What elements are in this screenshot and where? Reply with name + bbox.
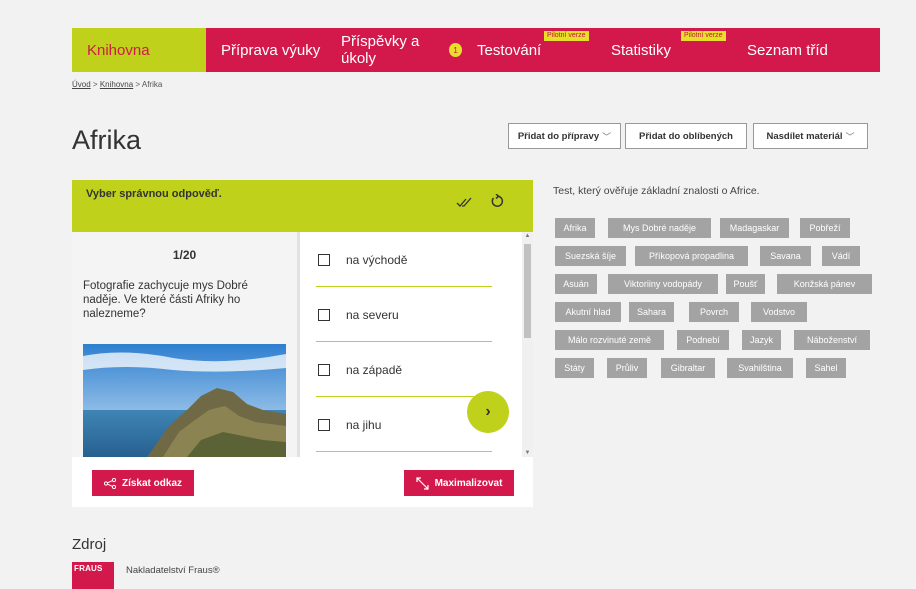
add-to-favorites-button[interactable]: Přidat do oblíbených: [625, 123, 747, 149]
nav-item-statistics[interactable]: Statistiky Pilotní verze: [596, 28, 732, 72]
page-title: Afrika: [72, 125, 142, 155]
maximize-label: Maximalizovat: [434, 477, 503, 489]
tag-item[interactable]: Madagaskar: [720, 218, 789, 238]
tag-item[interactable]: Podnebí: [677, 330, 729, 350]
pilot-version-badge: Pilotní verze: [681, 31, 726, 41]
answer-option-north[interactable]: na severu: [316, 287, 492, 342]
answer-checkbox[interactable]: [318, 253, 330, 266]
nav-item-library[interactable]: Knihovna: [72, 28, 206, 72]
tag-item[interactable]: Náboženství: [794, 330, 870, 350]
breadcrumb-separator: >: [135, 80, 141, 89]
notification-badge: 1: [449, 43, 462, 57]
quiz-header: Vyber správnou odpověď.: [72, 180, 533, 232]
quiz-instruction: Vyber správnou odpověď.: [86, 188, 222, 200]
nav-item-label: Příspěvky a úkoly: [341, 33, 420, 67]
tag-item[interactable]: Gibraltar: [661, 358, 715, 378]
nav-item-lesson-prep[interactable]: Příprava výuky: [206, 28, 326, 72]
source-heading: Zdroj: [72, 536, 107, 553]
answer-label: na západě: [346, 362, 403, 377]
tag-item[interactable]: Povrch: [689, 302, 739, 322]
chevron-down-icon: ﹀: [845, 131, 855, 142]
answer-checkbox[interactable]: [318, 418, 330, 431]
tag-item[interactable]: Savana: [760, 246, 811, 266]
answer-label: na severu: [346, 307, 399, 322]
material-description: Test, který ověřuje základní znalosti o …: [553, 185, 760, 197]
main-navigation: Knihovna Příprava výuky Příspěvky a úkol…: [72, 28, 880, 72]
answer-option-east[interactable]: na východě: [316, 232, 492, 287]
tag-item[interactable]: Svahilština: [727, 358, 793, 378]
nav-item-posts-tasks[interactable]: Příspěvky a úkoly 1: [326, 28, 462, 72]
divider: [316, 451, 492, 452]
answer-option-west[interactable]: na západě: [316, 342, 492, 397]
publisher-name: Nakladatelství Fraus®: [126, 565, 220, 576]
share-material-dropdown[interactable]: Nasdílet materiál ﹀: [753, 123, 868, 149]
tag-item[interactable]: Asuán: [555, 274, 597, 294]
breadcrumb-current: Afrika: [141, 80, 163, 89]
scroll-down-icon[interactable]: ▼: [522, 450, 533, 456]
share-material-label: Nasdílet materiál: [766, 130, 843, 142]
nav-item-class-list[interactable]: Seznam tříd: [732, 28, 880, 72]
answer-checkbox[interactable]: [318, 308, 330, 321]
tag-item[interactable]: Poušť: [726, 274, 765, 294]
add-to-favorites-label: Přidat do oblíbených: [639, 130, 733, 142]
tag-item[interactable]: Vodstvo: [751, 302, 807, 322]
get-link-label: Získat odkaz: [121, 477, 183, 489]
tag-item[interactable]: Konžská pánev: [777, 274, 872, 294]
nav-item-label: Statistiky: [611, 41, 672, 59]
answer-label: na jihu: [346, 417, 382, 432]
breadcrumb: Úvod > Knihovna > Afrika: [72, 80, 162, 89]
tag-item[interactable]: Pobřeží: [800, 218, 850, 238]
tag-item[interactable]: Jazyk: [742, 330, 781, 350]
get-link-button[interactable]: Získat odkaz: [92, 470, 194, 496]
answer-checkbox[interactable]: [318, 363, 330, 376]
tag-item[interactable]: Suezská šíje: [555, 246, 626, 266]
question-text: Fotografie zachycuje mys Dobré naděje. V…: [83, 280, 248, 320]
breadcrumb-separator: >: [92, 80, 98, 89]
tag-item[interactable]: Viktoriiny vodopády: [608, 274, 718, 294]
chevron-down-icon: ﹀: [602, 131, 612, 142]
share-icon: [103, 477, 116, 489]
answers-scrollbar[interactable]: ▲ ▼: [522, 232, 533, 457]
tag-item[interactable]: Akutní hlad: [555, 302, 621, 322]
question-counter: 1/20: [172, 248, 197, 262]
tag-item[interactable]: Státy: [555, 358, 594, 378]
tag-item[interactable]: Příkopová propadlina: [635, 246, 748, 266]
quiz-widget: Vyber správnou odpověď. 1/20 Fotografie …: [72, 180, 533, 507]
add-to-preparation-label: Přidat do přípravy: [517, 130, 600, 142]
nav-item-label: Knihovna: [87, 41, 150, 59]
nav-item-label: Seznam tříd: [747, 41, 828, 59]
cape-of-good-hope-photo: [83, 344, 286, 457]
tag-item[interactable]: Sahel: [806, 358, 846, 378]
nav-item-label: Testování: [477, 41, 542, 59]
tag-item[interactable]: Vádí: [822, 246, 860, 266]
breadcrumb-home-link[interactable]: Úvod: [72, 80, 91, 89]
tag-item[interactable]: Málo rozvinuté země: [555, 330, 664, 350]
next-question-button[interactable]: ›: [467, 391, 509, 433]
question-panel: 1/20 Fotografie zachycuje mys Dobré nadě…: [72, 232, 297, 457]
scrollbar-thumb[interactable]: [524, 244, 531, 338]
tag-item[interactable]: Mys Dobré naděje: [608, 218, 711, 238]
breadcrumb-library-link[interactable]: Knihovna: [100, 80, 133, 89]
double-check-icon[interactable]: [456, 195, 472, 209]
chevron-right-icon: ›: [485, 403, 491, 420]
maximize-button[interactable]: Maximalizovat: [404, 470, 514, 496]
maximize-icon: [415, 476, 429, 490]
tag-item[interactable]: Průliv: [607, 358, 647, 378]
tag-item[interactable]: Sahara: [629, 302, 674, 322]
nav-item-label: Příprava výuky: [221, 41, 321, 59]
pilot-version-badge: Pilotní verze: [544, 31, 589, 41]
reset-icon[interactable]: [490, 194, 504, 208]
nav-item-testing[interactable]: Testování Pilotní verze: [462, 28, 596, 72]
scroll-up-icon[interactable]: ▲: [522, 233, 533, 239]
answer-label: na východě: [346, 252, 408, 267]
tag-item[interactable]: Afrika: [555, 218, 595, 238]
fraus-logo: FRAUS: [72, 562, 114, 589]
answer-option-south[interactable]: na jihu: [316, 397, 492, 452]
add-to-preparation-dropdown[interactable]: Přidat do přípravy ﹀: [508, 123, 621, 149]
